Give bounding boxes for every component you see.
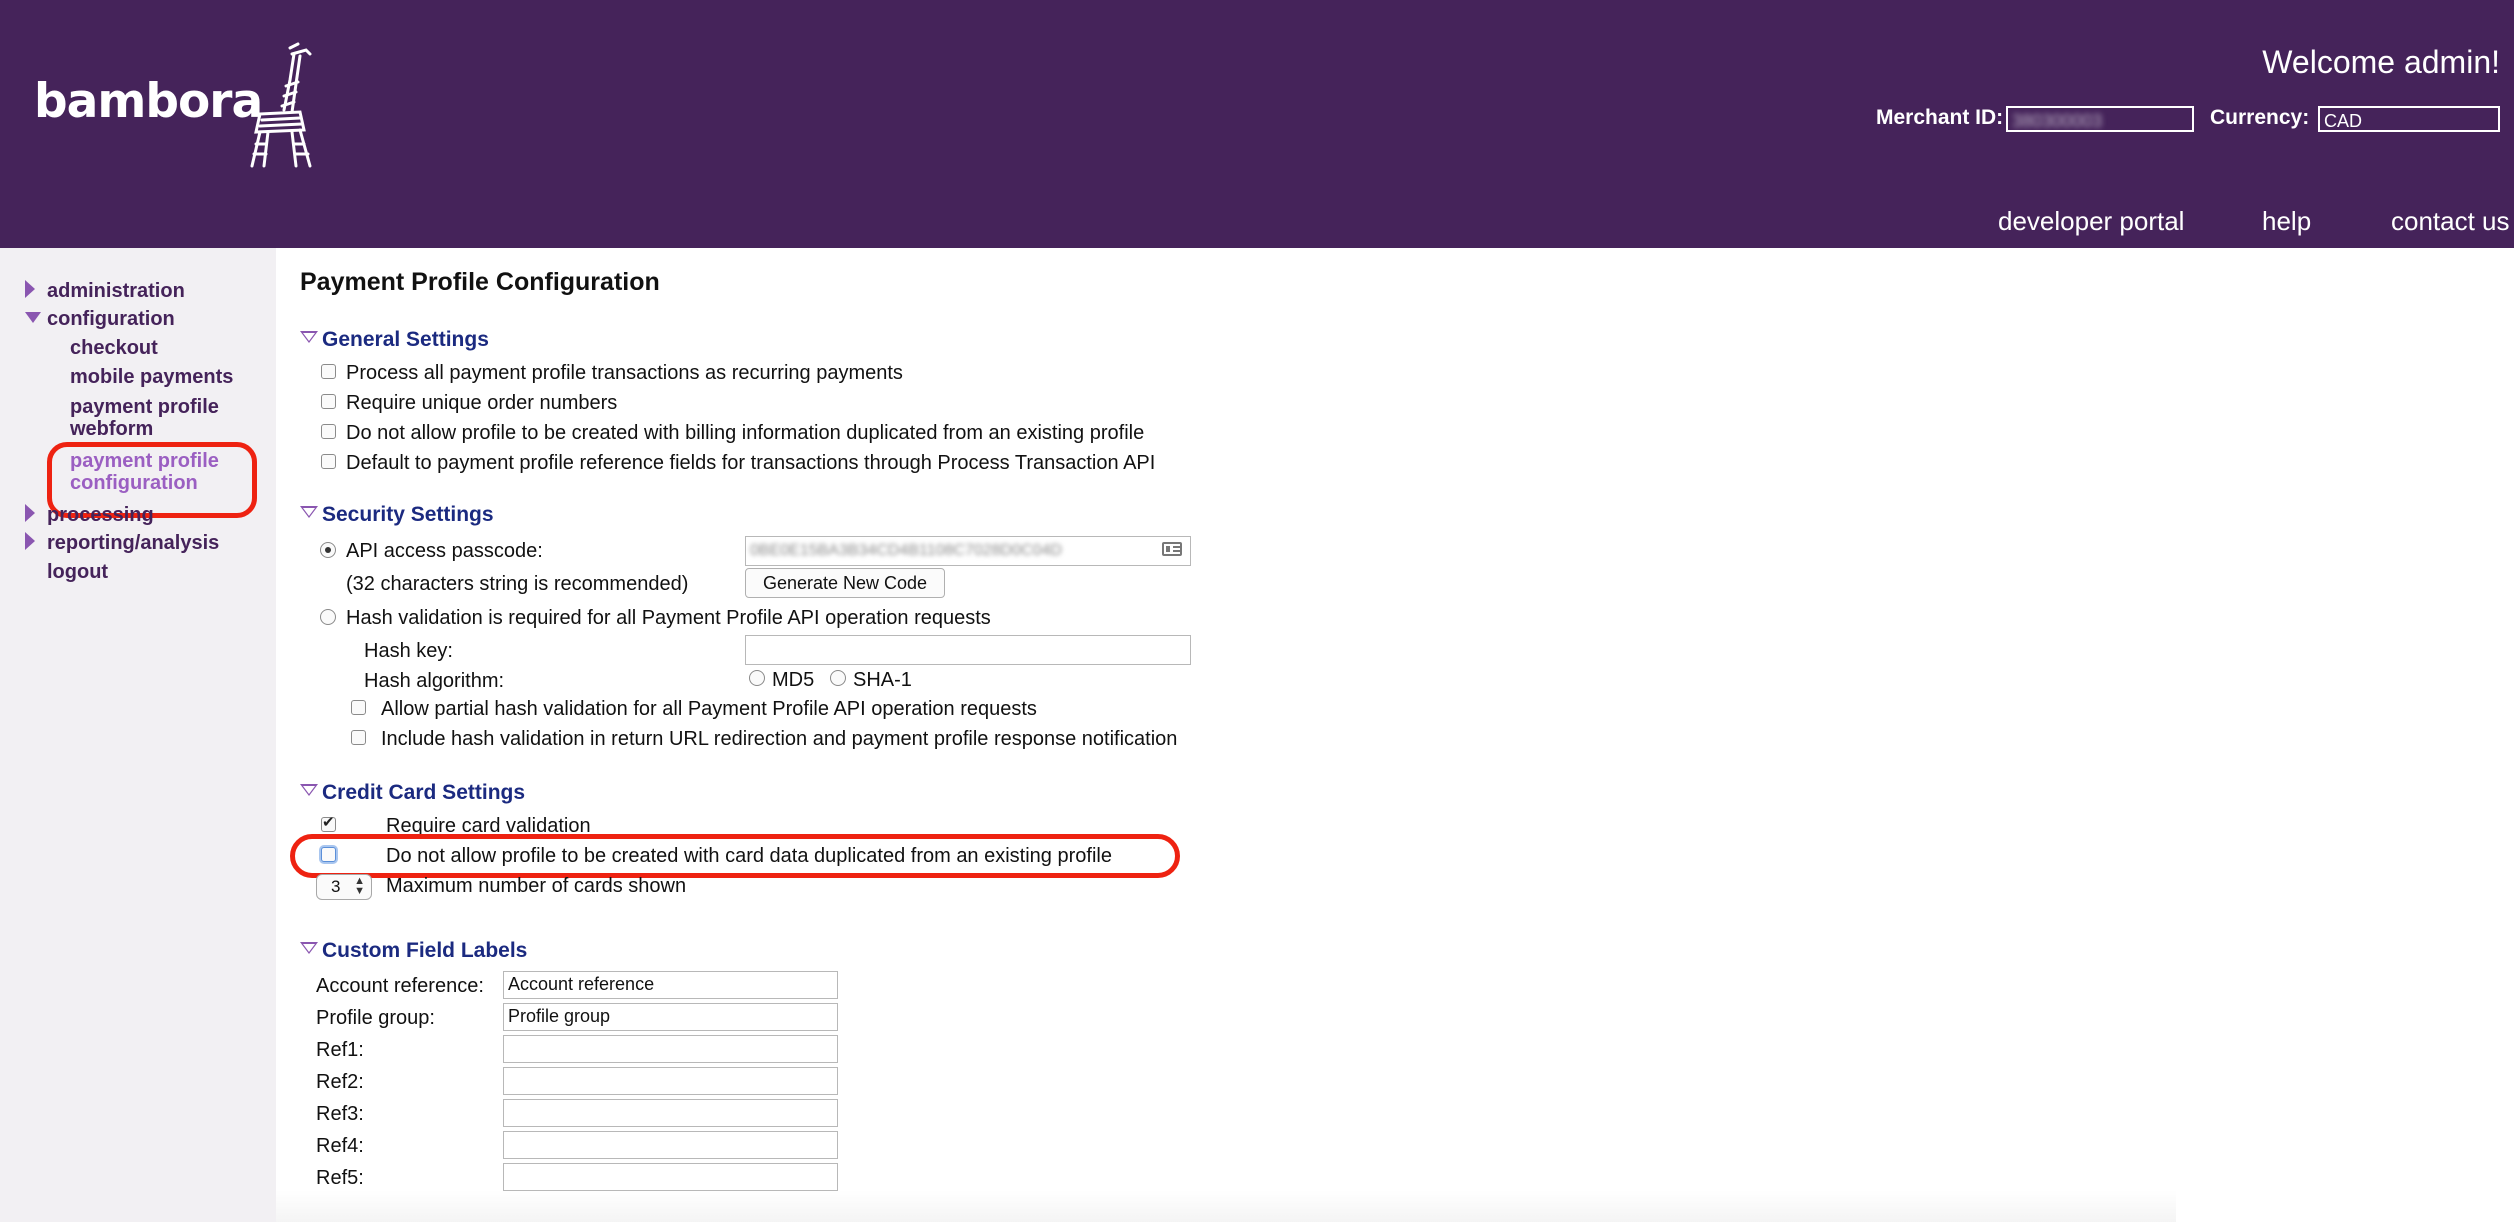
header-bar: bambora Welcome admin! Merchant ID: 3803… [0,0,2514,248]
require-card-validation-checkbox[interactable] [321,813,336,832]
collapse-arrow-icon [300,331,318,343]
help-link[interactable]: help [2262,206,2311,237]
profile-group-input[interactable]: Profile group [503,1003,838,1031]
default-reference-fields-checkbox[interactable] [321,454,336,469]
hash-key-label: Hash key: [364,640,453,662]
account-reference-input[interactable]: Account reference [503,971,838,999]
collapse-arrow-icon [300,784,318,796]
api-passcode-label: API access passcode: [346,540,543,562]
ref3-label: Ref3: [316,1103,364,1125]
api-passcode-radio[interactable] [320,542,336,558]
security-settings-heading[interactable]: Security Settings [300,503,494,527]
collapse-arrow-icon [300,942,318,954]
ref5-label: Ref5: [316,1167,364,1189]
bottom-shadow [276,1190,2176,1222]
sidebar-item-logout[interactable]: logout [47,561,108,583]
sidebar-item-label: payment profile [70,396,219,418]
ref2-input[interactable] [503,1067,838,1095]
sidebar-item-label: webform [70,418,154,440]
currency-label: Currency: [2210,106,2310,129]
sidebar-item-payment-profile-webform[interactable]: payment profile webform [70,396,219,440]
max-cards-value: 3 [331,877,341,896]
no-duplicate-billing-checkbox[interactable] [321,424,336,439]
merchant-id-value: 380300003 [2012,111,2103,131]
sidebar-item-reporting-analysis[interactable]: reporting/analysis [47,532,219,554]
api-passcode-value: 0BE0E15BA3B34CD4B1108C7028D0C04D [750,542,1062,559]
sha1-radio[interactable] [830,670,846,686]
hash-algorithm-label: Hash algorithm: [364,670,505,692]
ref2-label: Ref2: [316,1071,364,1093]
ref1-label: Ref1: [316,1039,364,1061]
ref4-label: Ref4: [316,1135,364,1157]
profile-group-label: Profile group: [316,1007,435,1029]
section-title: Credit Card Settings [322,781,526,804]
api-passcode-note: (32 characters string is recommended) [346,573,689,595]
custom-field-labels-heading[interactable]: Custom Field Labels [300,939,527,963]
contact-us-link[interactable]: contact us [2391,206,2510,237]
collapse-arrow-icon [300,506,318,518]
api-passcode-input[interactable]: 0BE0E15BA3B34CD4B1108C7028D0C04D [745,536,1191,566]
expand-arrow-icon[interactable] [25,532,35,550]
include-hash-label: Include hash validation in return URL re… [381,728,1178,750]
sidebar-item-processing[interactable]: processing [47,504,154,526]
merchant-id-label: Merchant ID: [1876,106,2004,129]
developer-portal-link[interactable]: developer portal [1998,206,2184,237]
ref1-input[interactable] [503,1035,838,1063]
general-settings-heading[interactable]: General Settings [300,328,489,352]
md5-label: MD5 [772,669,815,691]
select-arrows-icon: ▲ ▼ [354,875,365,897]
hash-key-input[interactable] [745,635,1191,665]
sidebar-item-checkout[interactable]: checkout [70,337,158,359]
generate-new-code-button[interactable]: Generate New Code [745,568,945,598]
hash-validation-label: Hash validation is required for all Paym… [346,607,991,629]
max-cards-select[interactable]: 3 ▲ ▼ [316,874,372,900]
credit-card-settings-heading[interactable]: Credit Card Settings [300,781,525,805]
contact-card-icon[interactable] [1162,542,1182,556]
section-title: Custom Field Labels [322,939,528,962]
section-title: General Settings [322,328,489,351]
section-title: Security Settings [322,503,494,526]
highlight-annotation [290,834,1180,878]
account-reference-label: Account reference: [316,975,484,997]
max-cards-label: Maximum number of cards shown [386,875,687,897]
unique-order-numbers-checkbox[interactable] [321,394,336,409]
option-label: Default to payment profile reference fie… [346,452,1156,474]
sidebar-item-configuration[interactable]: configuration [47,308,175,330]
option-label: Do not allow profile to be created with … [346,422,1145,444]
bambora-logo[interactable]: bambora [34,40,312,170]
expand-arrow-icon[interactable] [25,504,35,522]
expand-arrow-icon[interactable] [25,280,35,298]
option-label: Process all payment profile transactions… [346,362,903,384]
ref3-input[interactable] [503,1099,838,1127]
welcome-message: Welcome admin! [2262,44,2500,80]
sidebar-item-administration[interactable]: administration [47,280,185,302]
recurring-payments-checkbox[interactable] [321,364,336,379]
option-label: Require unique order numbers [346,392,618,414]
ref4-input[interactable] [503,1131,838,1159]
allow-partial-hash-label: Allow partial hash validation for all Pa… [381,698,1037,720]
sha1-label: SHA-1 [853,669,912,691]
ref5-input[interactable] [503,1163,838,1191]
page-title: Payment Profile Configuration [300,268,660,296]
merchant-id-field: 380300003 [2006,106,2194,132]
md5-radio[interactable] [749,670,765,686]
collapse-arrow-icon[interactable] [25,312,41,323]
currency-field: CAD [2318,106,2500,132]
allow-partial-hash-checkbox[interactable] [351,700,366,715]
sidebar-item-mobile-payments[interactable]: mobile payments [70,366,233,388]
sidebar [0,248,276,1222]
hash-validation-radio[interactable] [320,609,336,625]
include-hash-checkbox[interactable] [351,730,366,745]
giraffe-logo-icon [250,42,312,168]
